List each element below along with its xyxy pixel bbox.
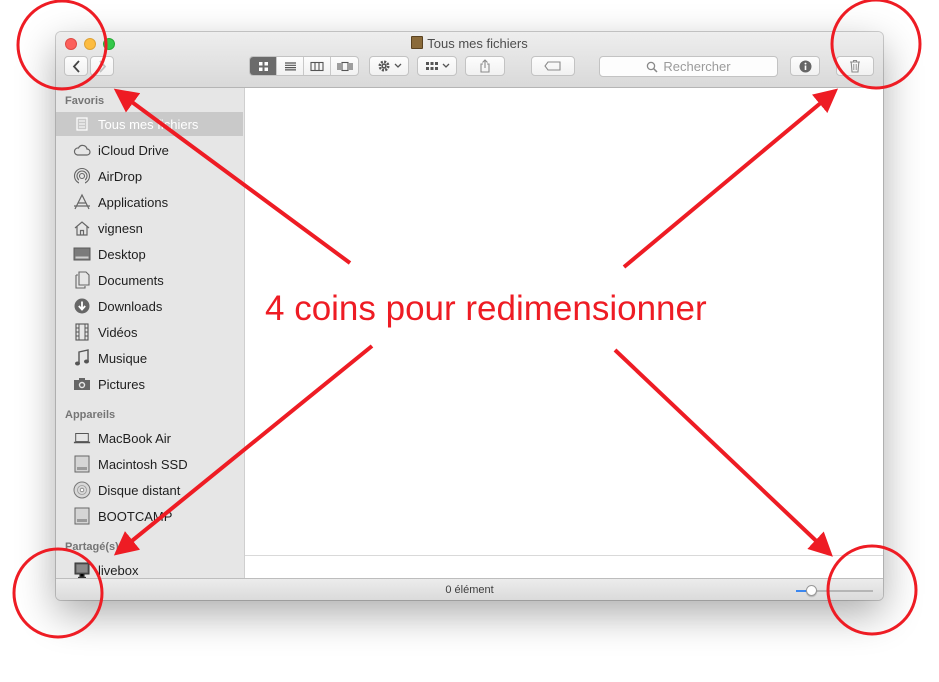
corner-circle-bottom-left xyxy=(12,547,104,639)
arrow-top-left xyxy=(113,88,352,265)
corner-circle-top-left xyxy=(16,0,108,91)
arrow-bottom-left xyxy=(113,344,374,556)
annotation-overlay xyxy=(12,0,922,639)
arrow-top-right xyxy=(622,88,839,269)
arrow-bottom-right xyxy=(613,348,833,557)
corner-circle-top-right xyxy=(830,0,922,90)
corner-circle-bottom-right xyxy=(826,544,918,636)
annotation-text: 4 coins pour redimensionner xyxy=(265,289,707,328)
